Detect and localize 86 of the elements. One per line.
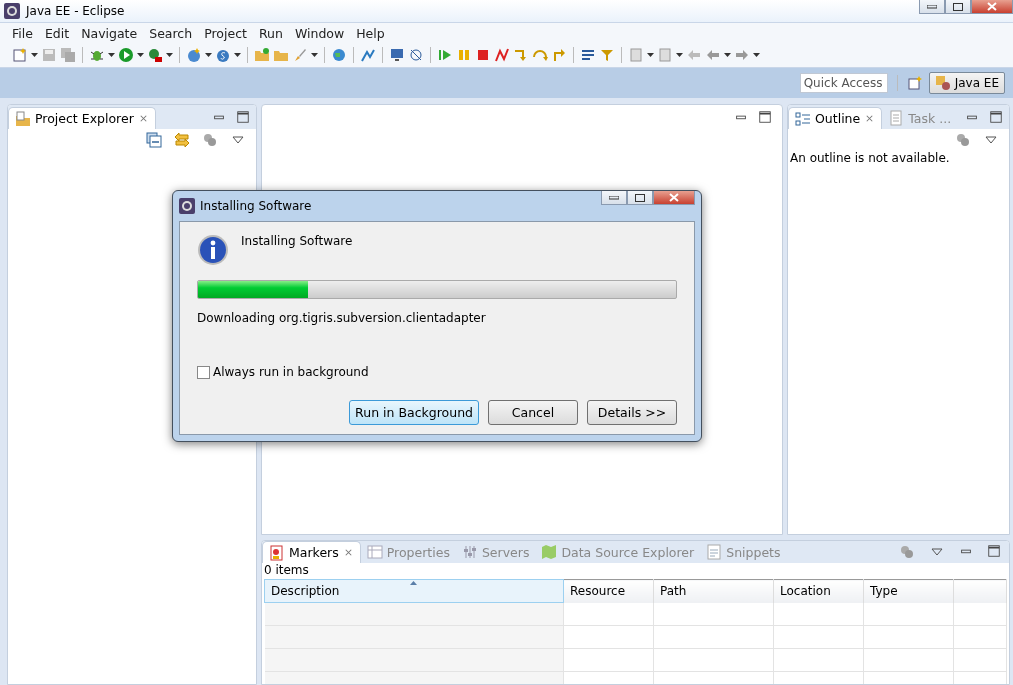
document-icon [888,110,905,126]
spheres-icon [202,132,218,148]
caret-icon[interactable] [753,53,760,57]
resume-icon[interactable] [437,47,453,63]
sliders-icon [461,544,478,560]
outline-icon [795,110,811,127]
maximize-icon [989,110,1003,124]
globe-icon[interactable] [331,47,347,63]
perspective-button[interactable]: Java EE [928,72,1005,94]
run-icon[interactable] [118,47,134,63]
view-tab[interactable]: Outline [788,107,883,129]
sort-caret-icon [410,581,417,585]
step-over-icon[interactable] [532,47,548,63]
caret-icon[interactable] [137,53,144,57]
menu-item[interactable]: File [6,25,39,41]
menu-item[interactable]: Run [252,25,289,41]
run-server-icon[interactable] [147,47,163,63]
folder-icon [15,110,31,127]
info-icon [197,234,229,266]
checkbox-label[interactable]: Always run in background [213,365,369,379]
markers-icon [269,544,285,561]
quick-access-field[interactable]: Quick Access [799,73,888,93]
maximize-button[interactable] [627,191,653,205]
maximize-icon [236,110,250,124]
menu-item[interactable]: Help [350,25,391,41]
caret-icon[interactable] [108,53,115,57]
column-header[interactable]: Description [264,579,564,603]
maximize-icon [953,2,963,11]
save-all-icon[interactable] [60,47,76,63]
item-count: 0 items [263,563,310,577]
view-tab[interactable]: Project Explorer [8,107,156,129]
step-return-icon[interactable] [551,47,567,63]
stop-icon[interactable] [475,47,491,63]
map-icon [541,544,558,560]
dialog-button[interactable]: Details >> [587,400,677,425]
dialog-title: Installing Software [200,199,312,213]
caret-icon[interactable] [205,53,212,57]
step-into-icon[interactable] [513,47,529,63]
caret-icon[interactable] [166,53,173,57]
spheres-icon [955,132,971,148]
list-icon[interactable] [580,47,596,63]
checkbox[interactable] [197,365,210,379]
caret-icon[interactable] [31,53,38,57]
caret-icon[interactable] [311,53,318,57]
window-title: Java EE - Eclipse [26,4,125,18]
maximize-icon [758,110,772,124]
status-text: Downloading org.tigris.subversion.clientadapter [197,311,487,325]
monitor-icon[interactable] [389,47,405,63]
perspective-icon [934,75,951,91]
minimize-icon [927,4,937,9]
eclipse-logo-icon [179,198,195,214]
link-arrows-icon [174,132,190,148]
menu-item[interactable]: Window [288,25,351,41]
dialog-button[interactable]: Run in Background [349,400,479,425]
dialog-heading: Installing Software [241,234,353,248]
eclipse-logo-icon [4,3,20,19]
caret-icon[interactable] [724,53,731,57]
column-header[interactable]: Location [773,579,864,603]
table-icon [366,544,383,560]
column-header[interactable]: Resource [563,579,654,603]
close-button[interactable] [653,191,695,205]
open-perspective-icon [906,75,923,91]
open-folder-icon[interactable] [254,47,270,63]
maximize-button[interactable] [945,0,971,14]
caret-icon[interactable] [647,53,654,57]
menu-item[interactable]: Navigate [75,25,144,41]
close-icon [669,193,679,202]
new-class-icon[interactable] [215,47,231,63]
snippet-icon [706,544,723,560]
close-icon [987,2,997,11]
spheres-icon [899,544,915,560]
minimize-icon [609,195,619,200]
close-button[interactable] [971,0,1013,14]
collapse-all-icon [146,132,162,148]
maximize-icon [635,193,645,202]
caret-icon[interactable] [234,53,241,57]
menu-item[interactable]: Project [198,25,253,41]
column-header[interactable]: Type [863,579,954,603]
outline-message: An outline is not available. [789,151,951,165]
menu-item[interactable]: Search [143,25,199,41]
view-tab[interactable]: Markers [262,541,361,563]
menu-item[interactable]: Edit [38,25,76,41]
maximize-icon [987,544,1001,558]
dialog-button[interactable]: Cancel [488,400,578,425]
column-header[interactable]: Path [653,579,774,603]
caret-icon[interactable] [676,53,683,57]
